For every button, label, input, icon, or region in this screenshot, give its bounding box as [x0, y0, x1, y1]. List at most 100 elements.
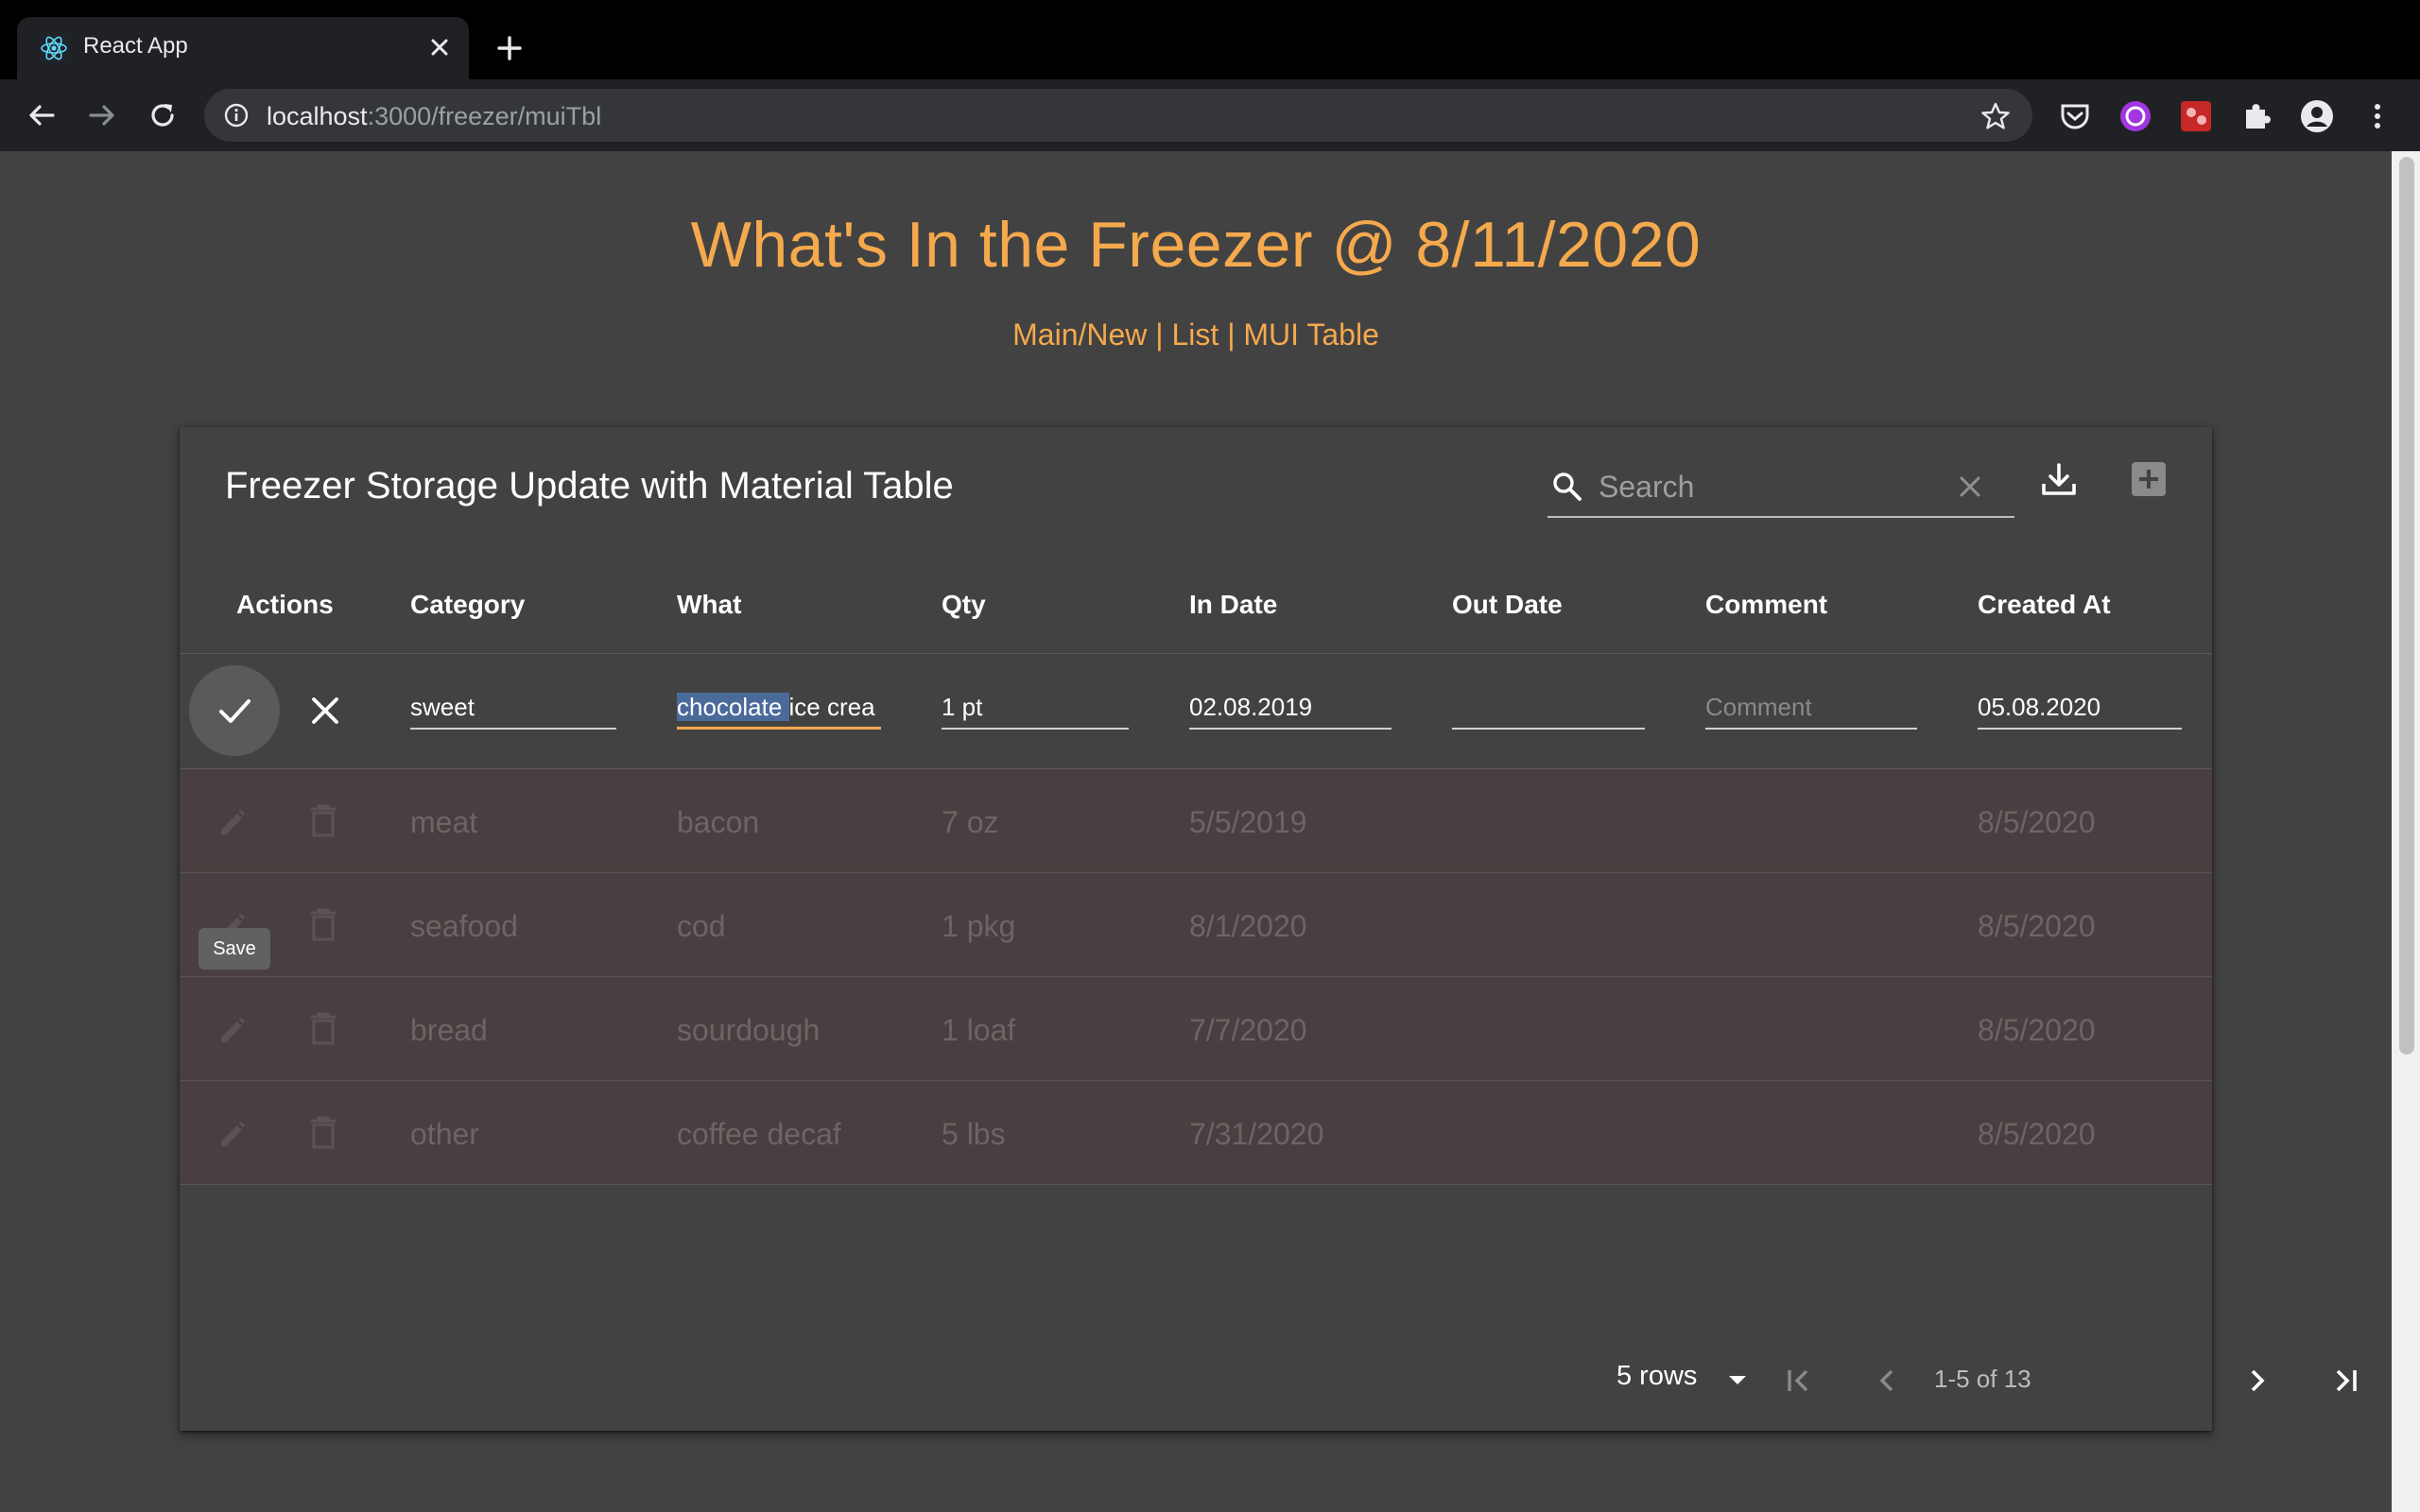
cell-what: cod: [677, 909, 726, 943]
nav-link-list[interactable]: List: [1172, 318, 1219, 352]
cell-what: coffee decaf: [677, 1117, 841, 1151]
red-extension-icon[interactable]: [2178, 98, 2214, 134]
page-scrollbar[interactable]: [2392, 151, 2420, 1512]
material-table-card: Freezer Storage Update with Material Tab…: [180, 427, 2357, 1431]
comment-field: [1705, 688, 1917, 730]
purple-extension-icon[interactable]: [2118, 98, 2153, 134]
cell-qty: 5 lbs: [942, 1117, 1006, 1151]
page-range: 1-5 of 13: [1934, 1365, 2031, 1393]
cell-created-at: 8/5/2020: [1978, 909, 2096, 943]
save-button[interactable]: [189, 665, 280, 756]
forward-arrow-icon[interactable]: [83, 96, 121, 134]
nav-separator: |: [1147, 318, 1172, 352]
column-header-created-at[interactable]: Created At: [1978, 590, 2111, 620]
first-page-icon[interactable]: [1779, 1361, 1819, 1400]
browser-tab[interactable]: React App: [17, 17, 469, 79]
bookmark-star-icon[interactable]: [1979, 100, 2012, 132]
column-header-comment[interactable]: Comment: [1705, 590, 1827, 620]
cell-in-date: 8/1/2020: [1189, 909, 1307, 943]
browser-menu-icon[interactable]: [2360, 98, 2395, 134]
back-arrow-icon[interactable]: [23, 96, 60, 134]
tab-title: React App: [83, 33, 188, 59]
column-header-qty[interactable]: Qty: [942, 590, 986, 620]
browser-toolbar: localhost:3000/freezer/muiTbl: [0, 79, 2420, 151]
last-page-icon[interactable]: [2325, 1361, 2365, 1400]
delete-trash-icon[interactable]: [306, 1115, 340, 1151]
delete-trash-icon[interactable]: [306, 1011, 340, 1047]
what-input-text[interactable]: chocolate ice crea: [677, 690, 875, 724]
what-field[interactable]: chocolate ice crea: [677, 688, 881, 730]
what-selected-text: chocolate: [677, 693, 789, 721]
caret-down-icon[interactable]: [1722, 1365, 1753, 1395]
address-bar[interactable]: localhost:3000/freezer/muiTbl: [204, 89, 2032, 142]
url-host: localhost: [267, 102, 368, 130]
cancel-edit-icon[interactable]: [306, 692, 344, 730]
nav-separator: |: [1219, 318, 1244, 352]
comment-input[interactable]: [1705, 688, 1917, 726]
rows-per-page-select[interactable]: 5 rows: [1616, 1361, 1697, 1392]
nav-links: Main/New | List | MUI Table: [0, 318, 2392, 352]
in-date-input[interactable]: [1189, 688, 1392, 726]
clear-search-icon[interactable]: [1954, 471, 1986, 503]
cell-qty: 7 oz: [942, 805, 999, 839]
edit-pencil-icon[interactable]: [216, 805, 250, 839]
cell-in-date: 7/31/2020: [1189, 1117, 1324, 1151]
table-row: seafood cod 1 pkg 8/1/2020 8/5/2020: [180, 873, 2212, 977]
check-icon: [219, 699, 251, 723]
delete-trash-icon[interactable]: [306, 803, 340, 839]
cell-created-at: 8/5/2020: [1978, 1013, 2096, 1047]
scrollbar-thumb[interactable]: [2399, 157, 2414, 1055]
qty-input[interactable]: [942, 688, 1129, 726]
next-page-icon[interactable]: [2237, 1361, 2276, 1400]
page-title: What's In the Freezer @ 8/11/2020: [690, 209, 1702, 281]
export-download-icon[interactable]: [2038, 459, 2080, 501]
cell-created-at: 8/5/2020: [1978, 1117, 2096, 1151]
tab-close-icon[interactable]: [424, 31, 456, 63]
cell-category: seafood: [410, 909, 518, 943]
page: What's In the Freezer @ 8/11/2020 Main/N…: [0, 151, 2392, 1512]
cell-in-date: 5/5/2019: [1189, 805, 1307, 839]
edit-pencil-icon[interactable]: [216, 1117, 250, 1151]
url-path: :3000/freezer/muiTbl: [367, 102, 602, 130]
site-info-icon[interactable]: [223, 102, 250, 129]
category-input[interactable]: [410, 688, 616, 726]
column-header-what[interactable]: What: [677, 590, 741, 620]
edit-pencil-icon[interactable]: [216, 1013, 250, 1047]
table-title: Freezer Storage Update with Material Tab…: [225, 465, 954, 507]
cell-category: bread: [410, 1013, 488, 1047]
cell-qty: 1 loaf: [942, 1013, 1016, 1047]
extensions-puzzle-icon[interactable]: [2238, 98, 2274, 134]
column-header-category[interactable]: Category: [410, 590, 525, 620]
browser-tabstrip: React App: [0, 0, 2420, 79]
cell-category: other: [410, 1117, 479, 1151]
out-date-field: [1452, 688, 1645, 730]
add-row-icon[interactable]: [2129, 459, 2169, 499]
previous-page-icon[interactable]: [1868, 1361, 1908, 1400]
new-tab-plus-icon[interactable]: [492, 30, 527, 66]
nav-link-main-new[interactable]: Main/New: [1012, 318, 1147, 352]
table-row: bread sourdough 1 loaf 7/7/2020 8/5/2020: [180, 977, 2212, 1081]
nav-link-mui-table[interactable]: MUI Table: [1243, 318, 1378, 352]
table-header: Actions Category What Qty In Date Out Da…: [180, 556, 2212, 654]
table-row: other coffee decaf 5 lbs 7/31/2020 8/5/2…: [180, 1081, 2212, 1185]
column-header-actions: Actions: [236, 590, 334, 619]
cell-what: bacon: [677, 805, 760, 839]
search-field: [1547, 455, 2014, 518]
cell-in-date: 7/7/2020: [1189, 1013, 1307, 1047]
react-favicon-icon: [38, 32, 70, 64]
column-header-out-date[interactable]: Out Date: [1452, 590, 1563, 620]
cell-created-at: 8/5/2020: [1978, 805, 2096, 839]
cell-what: sourdough: [677, 1013, 821, 1047]
profile-avatar-icon[interactable]: [2299, 98, 2335, 134]
reload-icon[interactable]: [144, 96, 182, 134]
search-input[interactable]: [1599, 463, 1939, 510]
column-header-in-date[interactable]: In Date: [1189, 590, 1277, 620]
out-date-input[interactable]: [1452, 688, 1645, 726]
pocket-extension-icon[interactable]: [2057, 98, 2093, 134]
category-field: [410, 688, 616, 730]
created-at-input[interactable]: [1978, 688, 2182, 726]
table-row: meat bacon 7 oz 5/5/2019 8/5/2020: [180, 769, 2212, 873]
what-remaining-text: ice crea: [788, 693, 875, 721]
save-tooltip: Save: [199, 928, 270, 970]
delete-trash-icon[interactable]: [306, 907, 340, 943]
